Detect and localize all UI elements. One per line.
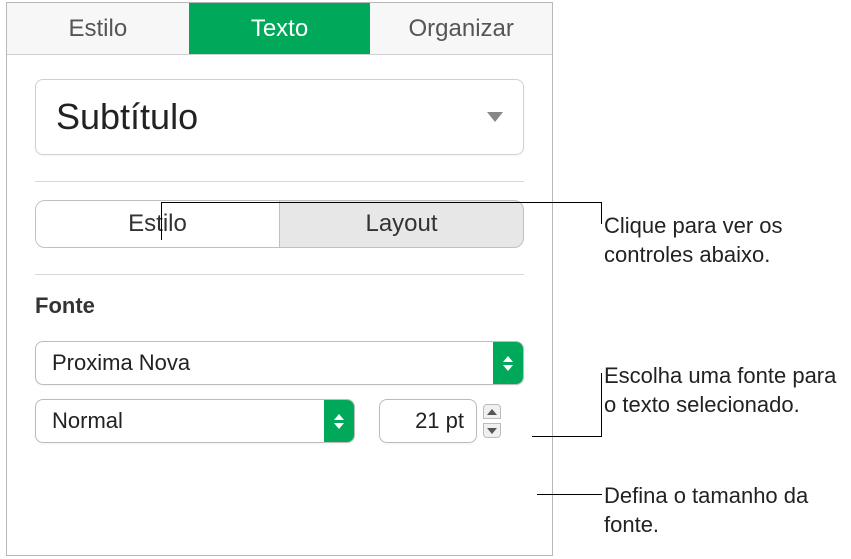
font-size-value: 21 pt xyxy=(415,408,464,434)
divider xyxy=(35,181,524,182)
updown-arrows-icon xyxy=(493,342,523,384)
tab-style[interactable]: Estilo xyxy=(7,3,189,54)
paragraph-style-label: Subtítulo xyxy=(56,96,198,138)
main-tabs: Estilo Texto Organizar xyxy=(7,3,552,55)
callout-text: Defina o tamanho da fonte. xyxy=(604,482,851,539)
stepper-down-button[interactable] xyxy=(483,423,501,438)
panel-content: Subtítulo Estilo Layout Fonte Proxima No… xyxy=(7,55,552,443)
subtab-segmented-control: Estilo Layout xyxy=(35,200,524,248)
callout-lead-line xyxy=(161,202,162,240)
font-style-dropdown[interactable]: Normal xyxy=(35,399,355,443)
font-size-field[interactable]: 21 pt xyxy=(379,399,477,443)
callout-lead-line xyxy=(601,373,602,436)
updown-arrows-icon xyxy=(324,400,354,442)
format-inspector-panel: Estilo Texto Organizar Subtítulo Estilo … xyxy=(6,2,553,556)
divider xyxy=(35,274,524,275)
font-family-value: Proxima Nova xyxy=(36,350,493,376)
triangle-down-icon xyxy=(487,428,497,434)
subtab-style[interactable]: Estilo xyxy=(36,201,279,247)
font-section-label: Fonte xyxy=(35,293,524,319)
triangle-up-icon xyxy=(487,409,497,415)
callout-lead-line xyxy=(537,494,602,495)
stepper-up-button[interactable] xyxy=(483,404,501,419)
font-size-control: 21 pt xyxy=(379,399,501,443)
callout-text: Clique para ver os controles abaixo. xyxy=(604,212,844,269)
callout-lead-line xyxy=(161,202,601,203)
callout-lead-line xyxy=(601,202,602,224)
callout-text: Escolha uma fonte para o texto seleciona… xyxy=(604,362,851,419)
paragraph-style-dropdown[interactable]: Subtítulo xyxy=(35,79,524,155)
chevron-down-icon xyxy=(487,112,503,122)
tab-arrange[interactable]: Organizar xyxy=(370,3,552,54)
font-style-value: Normal xyxy=(36,408,324,434)
callout-lead-line xyxy=(532,436,602,437)
font-family-dropdown[interactable]: Proxima Nova xyxy=(35,341,524,385)
subtab-layout[interactable]: Layout xyxy=(279,201,523,247)
font-size-stepper xyxy=(483,401,501,441)
tab-text[interactable]: Texto xyxy=(189,3,371,54)
